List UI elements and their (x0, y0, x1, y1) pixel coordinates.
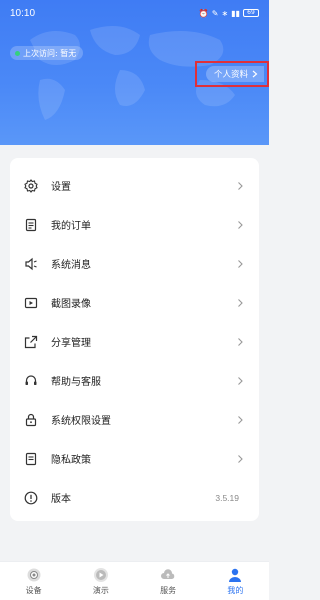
tab-label: 我的 (227, 585, 244, 595)
status-icons: ⏰ ✎ ∗ ▮▮ 69 (199, 9, 259, 18)
gear-icon (24, 178, 38, 193)
status-time: 10:10 (10, 7, 36, 19)
chevron-right-icon (238, 376, 243, 385)
menu-item-label: 系统权限设置 (51, 416, 111, 427)
tab-profile[interactable]: 我的 (202, 562, 269, 600)
speaker-icon (24, 257, 38, 271)
tab-label: 演示 (92, 585, 109, 595)
tab-camera[interactable]: 设备 (0, 562, 67, 600)
menu-item-label: 系统消息 (51, 260, 91, 271)
info-icon (24, 491, 38, 505)
bottom-tab-bar: 设备 演示 服务 我的 (0, 561, 269, 600)
menu-item[interactable]: 系统消息 (10, 244, 259, 283)
last-visit-badge: 上次访问: 暂无 (10, 46, 84, 60)
menu-item-label: 分享管理 (51, 338, 91, 349)
camera-icon (27, 568, 41, 581)
menu-item[interactable]: 隐私政策 (10, 439, 259, 478)
status-bar: 10:10 ⏰ ✎ ∗ ▮▮ 69 (0, 0, 269, 26)
signal-icon: ▮▮ (231, 8, 240, 18)
menu-item[interactable]: 设置 (10, 166, 259, 205)
tab-cloud[interactable]: 服务 (135, 562, 202, 600)
profile-button-pill[interactable]: 个人资料 (205, 66, 264, 82)
menu-item-label: 截图录像 (51, 299, 91, 310)
menu-item-label: 版本 (51, 494, 71, 505)
chevron-right-icon (238, 337, 243, 346)
chevron-right-icon (238, 259, 243, 268)
headset-icon (24, 374, 38, 388)
menu-item[interactable]: 系统权限设置 (10, 400, 259, 439)
chevron-right-icon (238, 415, 243, 424)
chevron-right-icon (238, 454, 243, 463)
version-value: 3.5.19 (215, 492, 239, 503)
menu-item[interactable]: 版本 3.5.19 (10, 478, 259, 517)
mute-icon: ✎ (211, 8, 219, 18)
chevron-right-icon (238, 220, 243, 229)
status-dot-icon (15, 50, 20, 56)
menu-item[interactable]: 截图录像 (10, 283, 259, 322)
menu-item-label: 我的订单 (51, 221, 91, 232)
share-icon (24, 335, 38, 349)
profile-header: 10:10 ⏰ ✎ ∗ ▮▮ 69 上次访问: 暂无 个人资料 (0, 0, 269, 145)
tab-play[interactable]: 演示 (67, 562, 134, 600)
play-icon (93, 567, 108, 582)
alarm-icon: ⏰ (198, 8, 209, 18)
chevron-right-icon (238, 298, 243, 307)
menu-item-label: 设置 (51, 182, 71, 193)
menu-card: 设置我的订单系统消息截图录像分享管理帮助与客服系统权限设置 隐私政策版本 3.5.1… (10, 158, 259, 521)
menu-item[interactable]: 分享管理 (10, 322, 259, 361)
lock-icon (24, 413, 38, 427)
menu-item-label: 隐私政策 (51, 455, 91, 466)
profile-button-label: 个人资料 (213, 70, 248, 80)
chevron-right-icon (252, 70, 258, 78)
menu-item[interactable]: 我的订单 (10, 205, 259, 244)
order-icon (24, 218, 38, 232)
cloud-icon (161, 568, 175, 579)
profile-icon (229, 568, 242, 582)
bluetooth-icon: ∗ (221, 8, 229, 18)
document-icon (24, 452, 38, 466)
last-visit-text: 上次访问: 暂无 (23, 48, 77, 58)
profile-button[interactable]: 个人资料 (195, 61, 269, 87)
tab-label: 设备 (25, 585, 42, 595)
menu-item-label: 帮助与客服 (51, 377, 101, 388)
menu-item[interactable]: 帮助与客服 (10, 361, 259, 400)
video-icon (24, 296, 38, 310)
chevron-right-icon (238, 181, 243, 190)
battery-icon: 69 (243, 9, 259, 17)
tab-label: 服务 (160, 585, 177, 595)
